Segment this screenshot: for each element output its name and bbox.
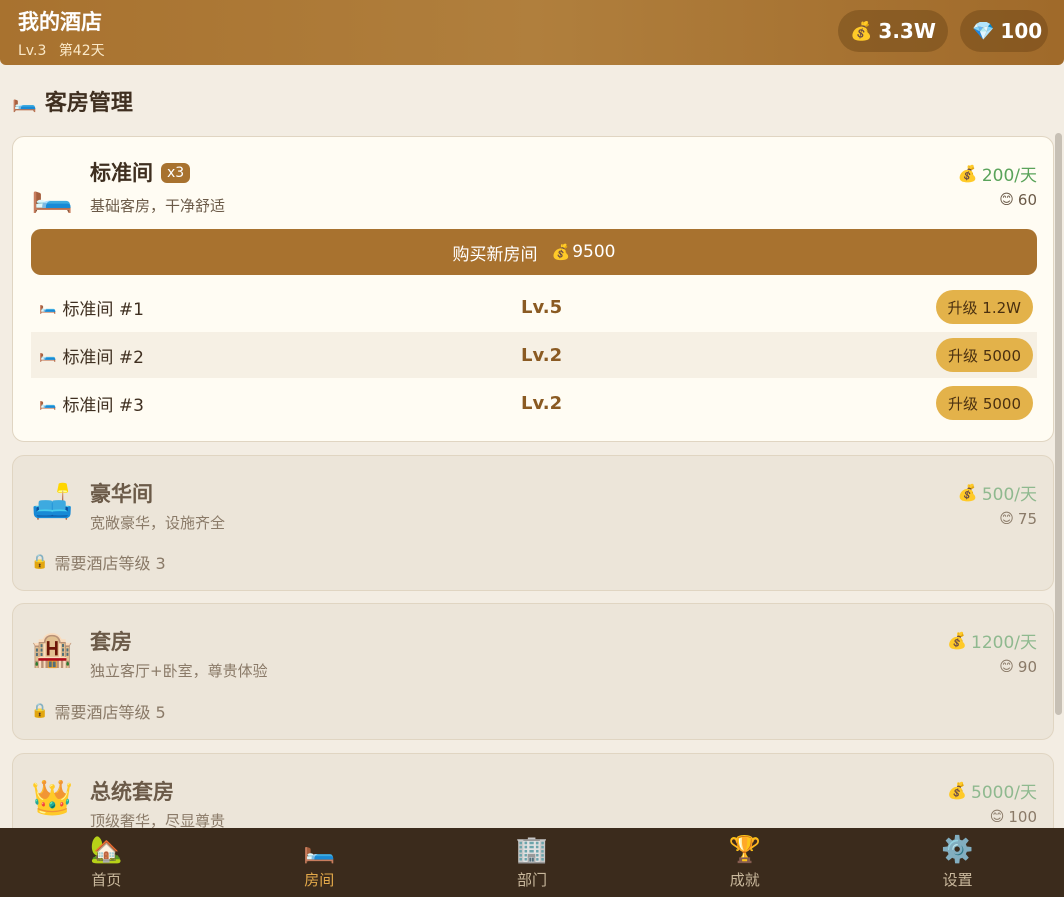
building-icon: 🏢: [515, 835, 549, 865]
hotel-icon: 🏨: [31, 630, 74, 670]
room-happiness-text: 90: [1017, 658, 1037, 676]
nav-achievements[interactable]: 🏆 成就: [638, 828, 851, 897]
buy-room-label: 购买新房间: [452, 244, 538, 265]
room-happiness: 😊 100: [990, 808, 1037, 826]
room-happiness: 😊 75: [999, 510, 1037, 528]
bed-icon: 🛏️: [303, 835, 336, 865]
bed-icon: 🛏️: [12, 89, 37, 113]
nav-label: 首页: [91, 871, 122, 889]
room-name: 豪华间: [90, 482, 153, 506]
gold-counter[interactable]: 💰 3.3W: [838, 10, 948, 52]
room-name: 总统套房: [90, 780, 174, 804]
room-card-standard[interactable]: 🛏️ 标准间 x3 基础客房，干净舒适 💰 200/天 😊 60 购买新房间 💰 …: [12, 136, 1054, 442]
smile-icon: 😊: [999, 192, 1014, 208]
room-income: 💰 5000/天: [947, 778, 1037, 803]
sofa-icon: 🛋️: [31, 482, 74, 522]
hotel-status: Lv.3 第42天: [18, 40, 113, 60]
room-happiness-text: 75: [1017, 510, 1037, 528]
nav-label: 房间: [304, 871, 335, 889]
bottom-nav: 🏡 首页 🛏️ 房间 🏢 部门 🏆 成就 ⚙️ 设置: [0, 828, 1064, 897]
money-bag-icon: 💰: [947, 631, 967, 650]
lock-requirement-text: 需要酒店等级 3: [54, 554, 166, 573]
room-name: 标准间 x3: [90, 157, 191, 187]
top-bar: 我的酒店 Lv.3 第42天 💰 3.3W 💎 100: [0, 0, 1064, 65]
room-card-suite[interactable]: 🏨 套房 独立客厅+卧室，尊贵体验 💰 1200/天 😊 90 🔒 需要酒店等级…: [12, 603, 1054, 740]
nav-settings[interactable]: ⚙️ 设置: [851, 828, 1064, 897]
gold-amount: 3.3W: [878, 19, 936, 43]
nav-label: 设置: [942, 871, 973, 889]
room-unit-row: 🛏️ 标准间 #2 Lv.2 升级 5000: [31, 332, 1037, 378]
room-happiness-text: 100: [1008, 808, 1037, 826]
room-income-text: 200/天: [981, 166, 1037, 186]
room-income: 💰 200/天: [958, 161, 1037, 186]
diamond-icon: 💎: [972, 20, 995, 42]
room-description: 宽敞豪华，设施齐全: [90, 514, 226, 532]
nav-label: 成就: [729, 871, 760, 889]
nav-label: 部门: [516, 871, 547, 889]
room-card-deluxe[interactable]: 🛋️ 豪华间 宽敞豪华，设施齐全 💰 500/天 😊 75 🔒 需要酒店等级 3: [12, 455, 1054, 591]
room-description: 顶级奢华，尽显尊贵: [90, 812, 226, 828]
room-happiness: 😊 60: [999, 191, 1037, 209]
gear-icon: ⚙️: [941, 835, 974, 865]
gem-counter[interactable]: 💎 100: [960, 10, 1048, 52]
gem-amount: 100: [1000, 19, 1043, 43]
hotel-title: 我的酒店: [18, 10, 102, 34]
room-income-text: 1200/天: [971, 633, 1037, 653]
room-unit-row: 🛏️ 标准间 #1 Lv.5 升级 1.2W: [31, 284, 1037, 330]
room-count-badge: x3: [161, 163, 191, 183]
room-income-text: 500/天: [981, 485, 1037, 505]
room-happiness-text: 60: [1017, 191, 1037, 209]
nav-rooms[interactable]: 🛏️ 房间: [213, 828, 426, 897]
bed-icon: 🛏️: [39, 299, 57, 315]
room-name-text: 标准间: [90, 161, 153, 185]
smile-icon: 😊: [989, 809, 1005, 825]
unit-name: 标准间 #1: [62, 299, 144, 320]
section-title-text: 客房管理: [44, 91, 133, 116]
lock-requirement-text: 需要酒店等级 5: [54, 703, 166, 722]
unit-level: Lv.5: [521, 296, 563, 318]
nav-departments[interactable]: 🏢 部门: [426, 828, 639, 897]
money-bag-icon: 💰: [947, 781, 967, 800]
room-description: 独立客厅+卧室，尊贵体验: [90, 662, 268, 680]
section-title: 🛏️ 客房管理: [12, 85, 133, 117]
room-card-presidential[interactable]: 👑 总统套房 顶级奢华，尽显尊贵 💰 5000/天 😊 100: [12, 753, 1054, 828]
crown-icon: 👑: [31, 778, 74, 818]
bed-icon: 🛏️: [39, 347, 57, 363]
scrollbar[interactable]: [1055, 133, 1062, 715]
smile-icon: 😊: [999, 659, 1014, 675]
unit-name: 标准间 #2: [62, 347, 144, 368]
unit-level: Lv.2: [521, 392, 563, 414]
money-bag-icon: 💰: [551, 243, 571, 261]
room-description: 基础客房，干净舒适: [90, 197, 226, 215]
bed-icon: 🛏️: [39, 395, 57, 411]
room-happiness: 😊 90: [999, 658, 1037, 676]
room-management-panel[interactable]: 🛏️ 客房管理 🛏️ 标准间 x3 基础客房，干净舒适 💰 200/天 😊 60 …: [0, 65, 1064, 828]
lock-icon: 🔒: [31, 554, 49, 570]
unit-name: 标准间 #3: [62, 395, 144, 416]
buy-room-cost: 9500: [572, 242, 616, 262]
bed-icon: 🛏️: [31, 175, 74, 215]
money-bag-icon: 💰: [957, 164, 978, 183]
room-unit-row: 🛏️ 标准间 #3 Lv.2 升级 5000: [31, 380, 1037, 426]
unit-level: Lv.2: [521, 344, 563, 366]
hotel-level: Lv.3: [18, 43, 47, 59]
nav-home[interactable]: 🏡 首页: [0, 828, 213, 897]
room-income: 💰 500/天: [958, 480, 1037, 505]
money-bag-icon: 💰: [957, 483, 978, 502]
upgrade-button[interactable]: 升级 5000: [936, 338, 1033, 372]
hotel-day: 第42天: [58, 43, 105, 59]
trophy-icon: 🏆: [728, 835, 761, 865]
room-income-text: 5000/天: [971, 783, 1037, 803]
lock-requirement: 🔒 需要酒店等级 5: [31, 699, 166, 723]
lock-icon: 🔒: [31, 703, 49, 719]
buy-room-button[interactable]: 购买新房间 💰 9500: [31, 229, 1037, 275]
house-icon: 🏡: [90, 835, 123, 865]
room-income: 💰 1200/天: [947, 628, 1037, 653]
smile-icon: 😊: [999, 511, 1014, 527]
upgrade-button[interactable]: 升级 1.2W: [935, 290, 1033, 324]
money-bag-icon: 💰: [850, 20, 873, 42]
upgrade-button[interactable]: 升级 5000: [936, 386, 1033, 420]
lock-requirement: 🔒 需要酒店等级 3: [31, 550, 166, 574]
room-name: 套房: [90, 630, 132, 654]
